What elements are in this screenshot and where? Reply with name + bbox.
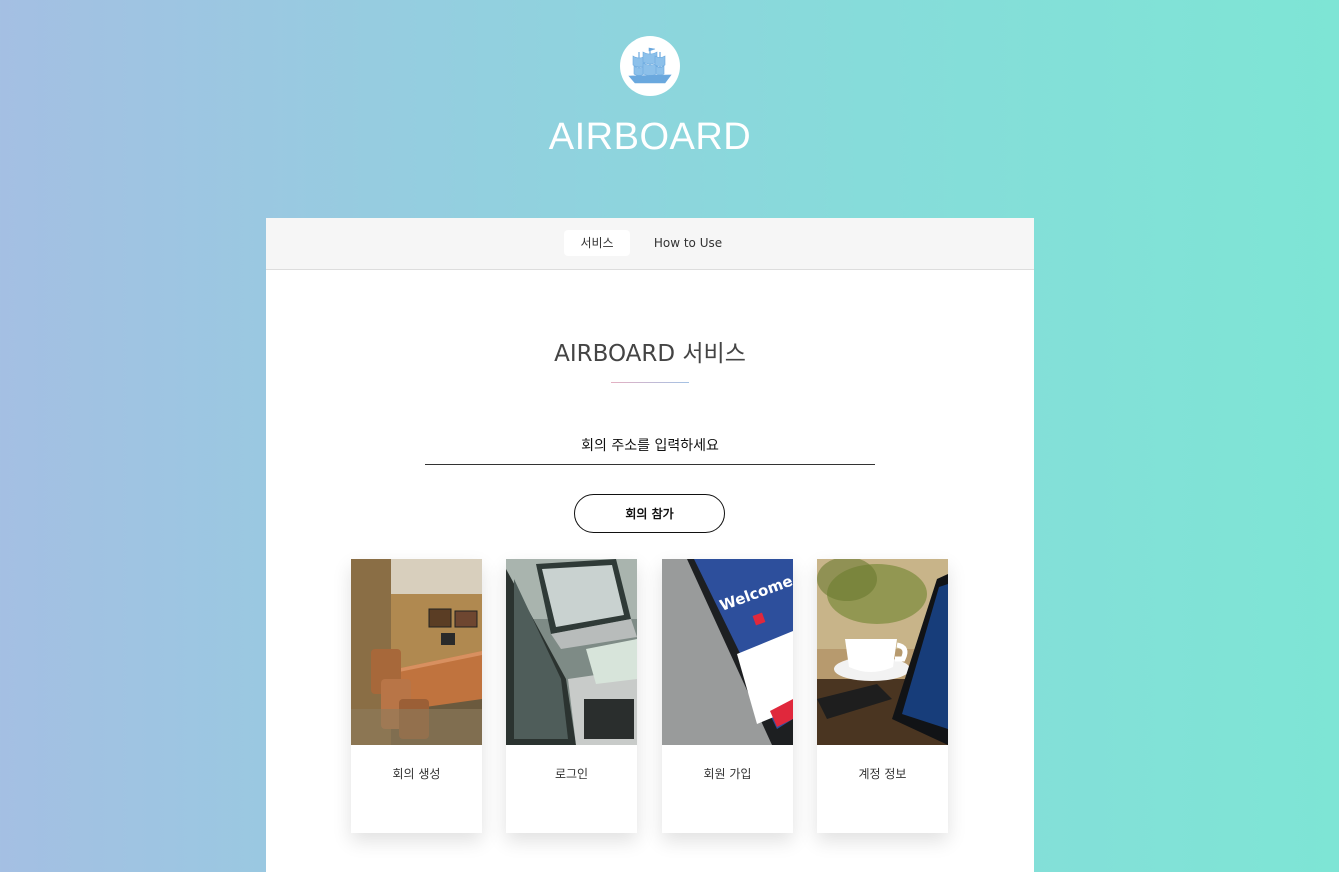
laptop-image [506,559,637,745]
card-account-info[interactable]: 계정 정보 [817,559,948,833]
card-label: 회의 생성 [392,767,441,781]
card-create-meeting[interactable]: 회의 생성 [351,559,482,833]
tab-bar: 서비스 How to Use [266,218,1034,270]
section-title: AIRBOARD 서비스 [554,341,746,367]
meeting-address-input[interactable] [425,428,875,465]
tab-services[interactable]: 서비스 [564,230,630,256]
conference-room-image [351,559,482,745]
main-panel: 서비스 How to Use AIRBOARD 서비스 회의 참가 [266,218,1034,872]
card-label: 로그인 [554,767,589,781]
tab-how-to-use[interactable]: How to Use [652,230,724,256]
card-label: 계정 정보 [858,767,907,781]
logo[interactable] [620,36,680,96]
brand-title: AIRBOARD [548,116,752,158]
coffee-tablet-image [817,559,948,745]
card-sign-up[interactable]: Welcome 회원 가입 [662,559,793,833]
join-meeting-button[interactable]: 회의 참가 [574,494,725,533]
sailing-ship-icon [628,47,672,84]
card-login[interactable]: 로그인 [506,559,637,833]
title-underline [611,382,689,383]
card-label: 회원 가입 [703,767,752,781]
phone-welcome-image: Welcome [662,559,793,745]
